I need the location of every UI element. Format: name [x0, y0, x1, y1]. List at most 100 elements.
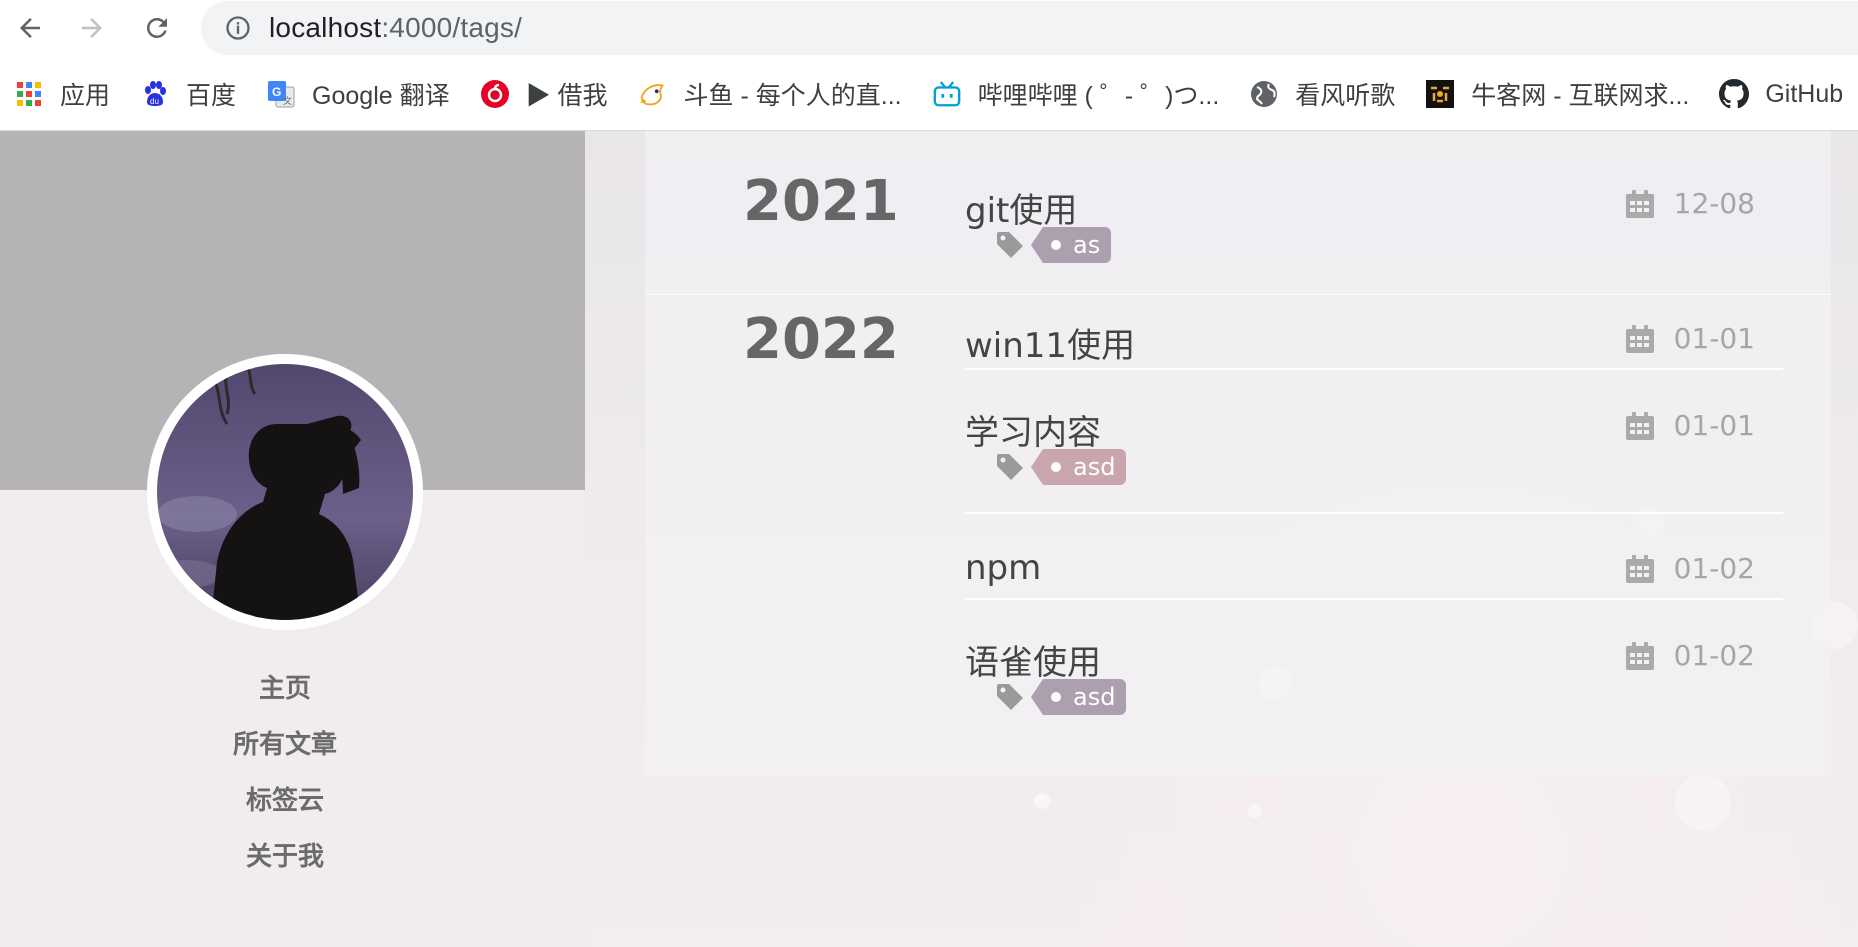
bookmark-nowcoder[interactable]: 牛客网 - 互联网求... — [1411, 66, 1705, 122]
tag-icon — [995, 230, 1025, 260]
post-item: 学习内容 01-01 asd — [965, 405, 1783, 495]
site-info-icon[interactable] — [223, 13, 253, 43]
bubble-decoration — [1248, 804, 1262, 818]
tag-badge[interactable]: asd — [1030, 679, 1127, 715]
post-date-text: 01-02 — [1673, 552, 1755, 585]
post-item: 语雀使用 01-02 asd — [965, 635, 1783, 725]
year-heading: 2021 — [743, 169, 899, 234]
douyu-fish-icon — [638, 79, 668, 109]
arrow-left-icon — [20, 18, 40, 38]
bookmark-kanfeng[interactable]: 看风听歌 — [1235, 66, 1411, 122]
bookmark-bilibili[interactable]: 哔哩哔哩 ( ゜- ゜)つ... — [918, 66, 1236, 122]
bookmark-label: 应用 — [60, 82, 111, 110]
menu-about[interactable]: 关于我 — [0, 829, 570, 885]
back-button[interactable] — [8, 6, 52, 50]
netease-music-icon — [480, 79, 510, 109]
tag-badge[interactable]: as — [1030, 227, 1112, 263]
svg-text:文: 文 — [283, 95, 292, 107]
post-date: 01-02 — [1624, 639, 1755, 672]
tag-dot — [1051, 692, 1061, 702]
post-title[interactable]: 学习内容 — [965, 405, 1101, 454]
calendar-icon — [1624, 188, 1656, 220]
post-date-text: 01-01 — [1673, 409, 1755, 442]
tag-icon — [995, 682, 1025, 712]
post-date-text: 01-02 — [1673, 639, 1755, 672]
browser-toolbar: localhost:4000/tags/ — [0, 0, 1858, 58]
bookmark-apps[interactable]: 应用 — [0, 66, 126, 122]
apps-grid-icon — [14, 79, 44, 109]
post-title[interactable]: git使用 — [965, 183, 1077, 232]
sidebar-menu: 主页 所有文章 标签云 关于我 — [0, 661, 570, 885]
tag-label: as — [1073, 231, 1101, 259]
calendar-icon — [1624, 553, 1656, 585]
bookmark-label: 斗鱼 - 每个人的直... — [683, 82, 902, 110]
post-divider — [965, 368, 1783, 370]
bookmark-label: 看风听歌 — [1295, 82, 1396, 110]
bookmark-netease[interactable]: ▶ 借我 — [466, 66, 624, 122]
svg-text:du: du — [150, 97, 159, 106]
calendar-icon — [1624, 323, 1656, 355]
bookmark-baidu[interactable]: du 百度 — [126, 66, 252, 122]
year-heading: 2022 — [743, 307, 899, 372]
tag-dot — [1051, 240, 1061, 250]
post-date: 12-08 — [1624, 187, 1755, 220]
bookmark-github[interactable]: GitHub — [1705, 66, 1858, 122]
post-tags: as — [995, 227, 1112, 263]
post-tags: asd — [995, 679, 1127, 715]
post-title[interactable]: 语雀使用 — [965, 635, 1101, 684]
bookmark-google-translate[interactable]: G文 Google 翻译 — [252, 66, 466, 122]
bilibili-tv-icon — [932, 79, 962, 109]
post-tags: asd — [995, 449, 1127, 485]
year-group-2021: 2021 git使用 12-08 as — [645, 131, 1831, 294]
post-date-text: 01-01 — [1673, 322, 1755, 355]
post-date: 01-01 — [1624, 322, 1755, 355]
bookmark-label: 哔哩哔哩 ( ゜- ゜)つ... — [977, 82, 1220, 110]
url-path: :4000/tags/ — [381, 12, 523, 43]
post-divider — [965, 512, 1783, 514]
tag-label: asd — [1073, 683, 1116, 711]
reload-button[interactable] — [135, 6, 179, 50]
menu-home[interactable]: 主页 — [0, 661, 570, 717]
post-item: git使用 12-08 as — [965, 183, 1783, 273]
url-text: localhost:4000/tags/ — [269, 12, 522, 44]
avatar-photo — [157, 364, 413, 620]
post-title[interactable]: npm — [965, 548, 1041, 588]
bubble-decoration — [1675, 774, 1731, 830]
url-host: localhost — [269, 12, 382, 43]
svg-text:G: G — [272, 85, 281, 99]
bookmark-label: ▶ 借我 — [525, 82, 608, 110]
avatar[interactable] — [147, 354, 423, 630]
calendar-icon — [1624, 410, 1656, 442]
tag-icon — [995, 452, 1025, 482]
calendar-icon — [1624, 640, 1656, 672]
tag-dot — [1051, 462, 1061, 472]
sidebar: 主页 所有文章 标签云 关于我 — [0, 131, 585, 947]
post-item: npm 01-02 — [965, 548, 1783, 598]
arrow-right-icon — [82, 18, 102, 38]
post-title[interactable]: win11使用 — [965, 318, 1135, 367]
bookmark-label: GitHub — [1765, 79, 1844, 108]
bubble-decoration — [1034, 793, 1050, 809]
google-translate-icon: G文 — [266, 79, 296, 109]
bookmark-label: Google 翻译 — [312, 82, 450, 110]
bookmarks-bar: 应用 du 百度 G文 Google 翻译 ▶ 借我 斗鱼 - 每个人的直...… — [0, 58, 1858, 131]
address-bar[interactable]: localhost:4000/tags/ — [201, 1, 1858, 55]
nowcoder-icon — [1425, 79, 1455, 109]
bookmark-douyu[interactable]: 斗鱼 - 每个人的直... — [624, 66, 918, 122]
github-icon — [1719, 79, 1750, 109]
bookmark-label: 牛客网 - 互联网求... — [1471, 82, 1690, 110]
tag-badge[interactable]: asd — [1030, 449, 1127, 485]
bookmark-label: 百度 — [186, 82, 237, 110]
year-group-2022: 2022 win11使用 01-01 学习内容 01-01 asd npm 01… — [645, 295, 1831, 777]
tag-label: asd — [1073, 453, 1116, 481]
forward-button[interactable] — [70, 6, 114, 50]
post-divider — [965, 598, 1783, 600]
post-item: win11使用 01-01 — [965, 318, 1783, 368]
post-date: 01-02 — [1624, 552, 1755, 585]
post-date: 01-01 — [1624, 409, 1755, 442]
archive-panel: 2021 git使用 12-08 as 2022 win11使用 01-01 学… — [645, 131, 1831, 777]
menu-tag-cloud[interactable]: 标签云 — [0, 773, 570, 829]
reload-icon — [146, 17, 167, 38]
globe-icon — [1249, 79, 1279, 109]
menu-all-posts[interactable]: 所有文章 — [0, 717, 570, 773]
